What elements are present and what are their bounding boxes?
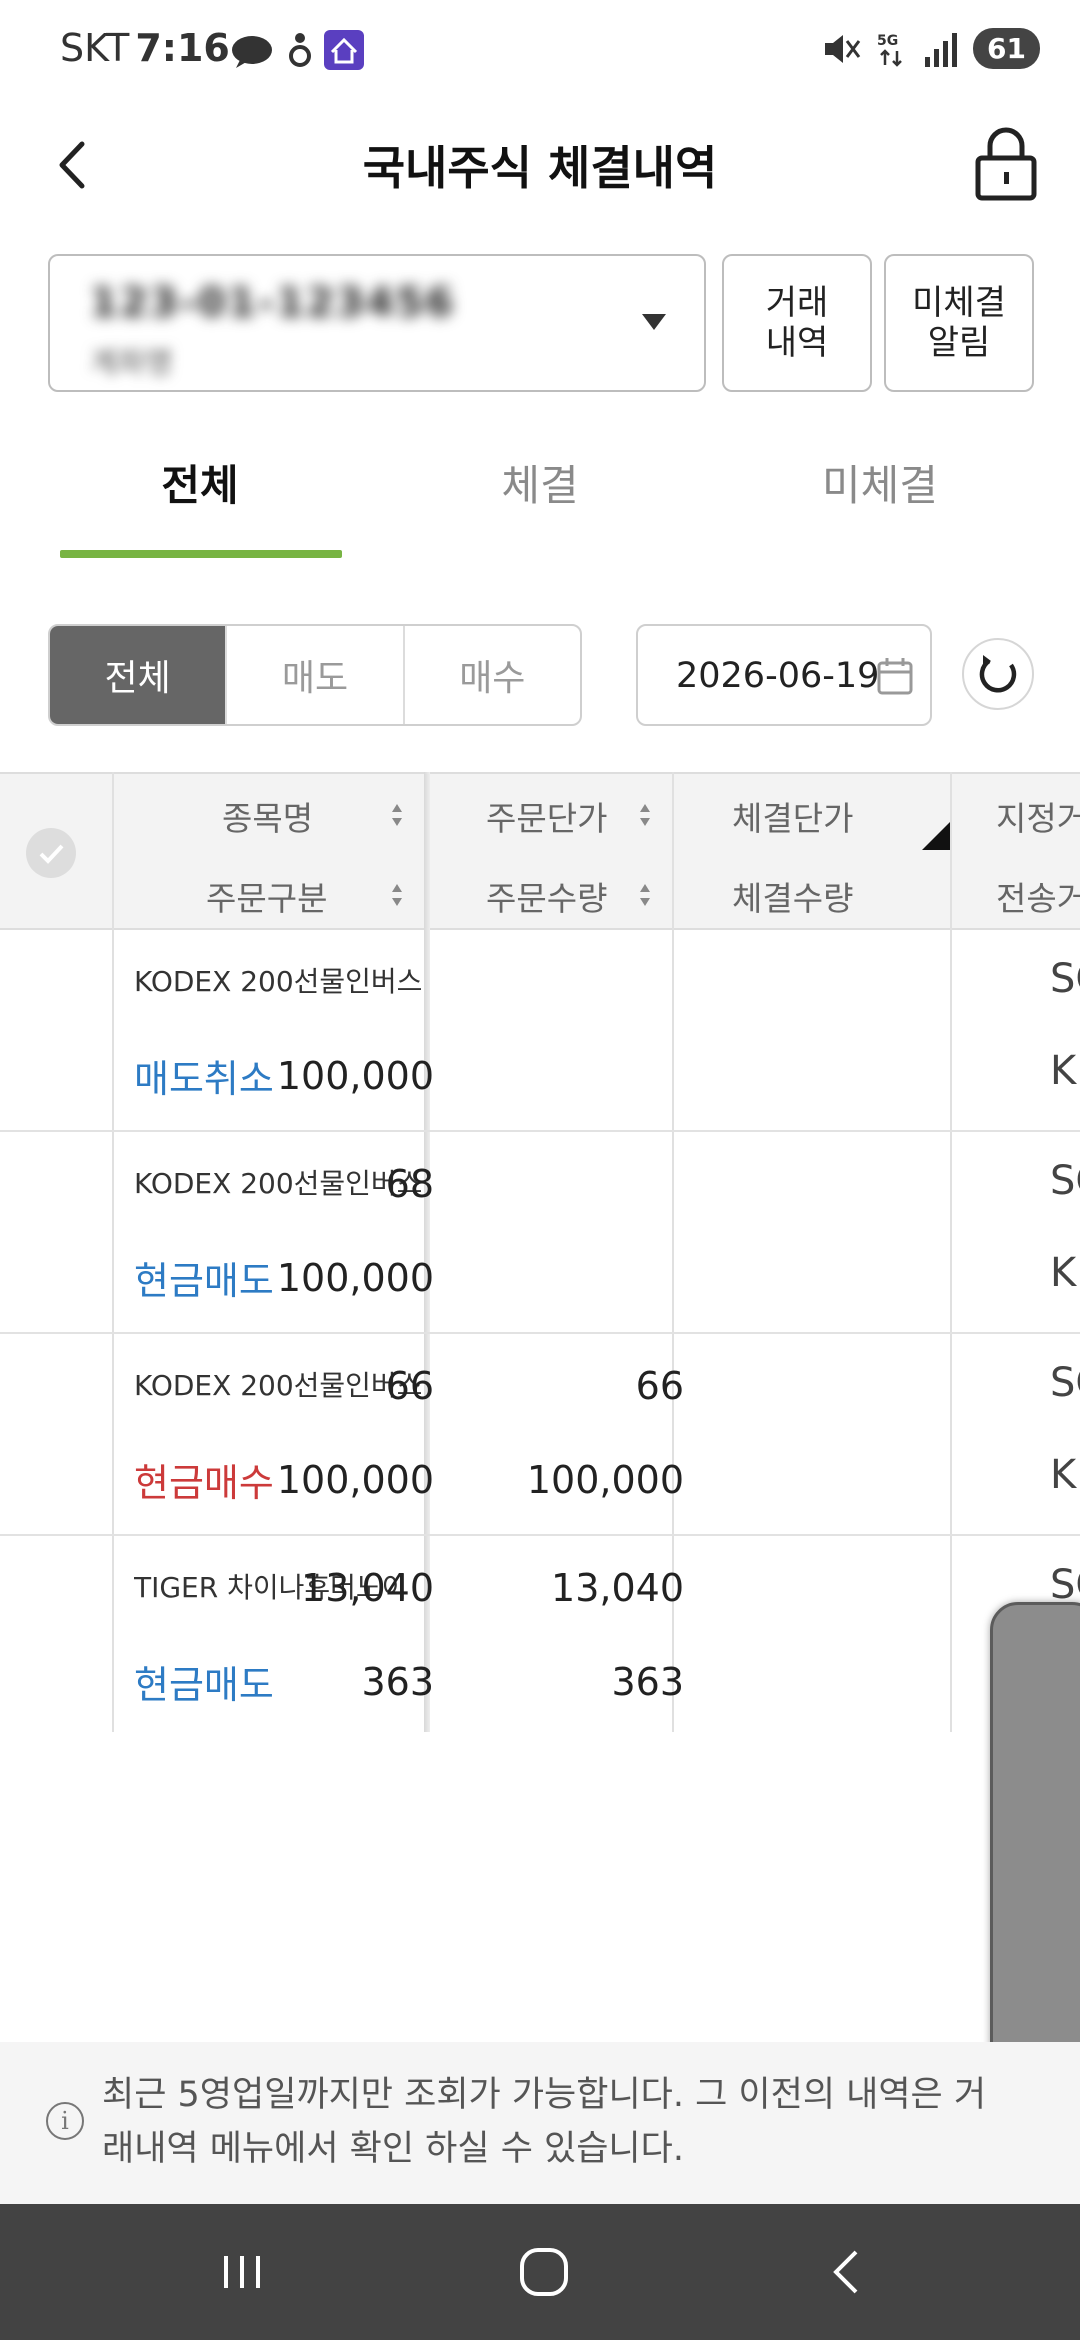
order-type: 현금매수 <box>134 1461 274 1505</box>
stock-name: KODEX 200선물인버스2 <box>134 1167 424 1200</box>
header-send[interactable]: 전송거 <box>996 872 1080 920</box>
sorted-corner-marker <box>922 820 952 850</box>
designated-exchange: SO <box>1050 1158 1080 1204</box>
status-bar: SKT 7:16 5G 61 <box>0 0 1080 100</box>
recents-icon[interactable] <box>212 2242 272 2302</box>
trade-history-button[interactable]: 거래 내역 <box>722 254 872 392</box>
trade-table[interactable]: 종목명 주문구분 주문단가 주문수량 체결단가 체결수량 지정거 전송거 KOD… <box>0 772 1080 1732</box>
header-designated[interactable]: 지정거 <box>996 792 1080 840</box>
segment-sell[interactable]: 매도 <box>227 626 405 724</box>
battery-level: 61 <box>973 28 1040 69</box>
table-row[interactable]: KODEX 200선물인버스2 매도취소 100,000 SO K <box>0 930 1080 1132</box>
account-name: 계좌명 <box>90 346 173 381</box>
svg-text:5G: 5G <box>877 33 898 49</box>
stock-name: KODEX 200선물인버스2 <box>134 1369 424 1402</box>
send-exchange: K <box>1050 1452 1077 1498</box>
network-5g-icon: 5G <box>877 33 902 67</box>
segment-all[interactable]: 전체 <box>50 626 228 724</box>
fill-qty: 100,000 <box>526 1458 684 1502</box>
order-type: 현금매도 <box>134 1663 274 1707</box>
fill-qty: 363 <box>611 1660 684 1704</box>
send-exchange: K <box>1050 1250 1077 1296</box>
account-number: 123-01-123456 <box>90 280 456 326</box>
order-price: 68 <box>385 1162 434 1206</box>
home-icon[interactable] <box>514 2242 574 2302</box>
caret-down-icon <box>642 314 666 330</box>
sort-icon[interactable] <box>390 802 404 828</box>
clock: 7:16 <box>135 26 230 70</box>
mute-icon <box>825 34 861 63</box>
calendar-icon <box>877 658 913 695</box>
table-row[interactable]: KODEX 200선물인버스2 현금매도 68 100,000 SO K <box>0 1132 1080 1334</box>
figure-icon <box>289 33 311 67</box>
refresh-icon <box>979 655 1017 693</box>
order-qty: 100,000 <box>276 1458 434 1502</box>
active-tab-indicator <box>60 550 342 558</box>
date-value: 2026-06-19 <box>676 656 880 696</box>
sort-icon[interactable] <box>638 882 652 908</box>
order-price: 66 <box>385 1364 434 1408</box>
notice-text: 최근 5영업일까지만 조회가 가능합니다. 그 이전의 내역은 거래내역 메뉴에… <box>102 2075 987 2169</box>
system-nav-bar <box>0 2204 1080 2340</box>
send-exchange: K <box>1050 1048 1077 1094</box>
trade-type-segment: 전체 매도 매수 <box>48 624 582 726</box>
order-type: 현금매도 <box>134 1259 274 1303</box>
lock-icon[interactable] <box>968 122 1044 202</box>
tab-unfilled[interactable]: 미체결 <box>710 452 1050 513</box>
sort-icon[interactable] <box>390 882 404 908</box>
home-app-icon <box>324 30 364 70</box>
designated-exchange: SO <box>1050 956 1080 1002</box>
header-name[interactable]: 종목명 <box>222 792 313 840</box>
refresh-button[interactable] <box>962 638 1034 710</box>
date-picker[interactable]: 2026-06-19 <box>636 624 932 726</box>
header-order-type[interactable]: 주문구분 <box>206 872 327 920</box>
account-selector[interactable]: 123-01-123456 계좌명 <box>48 254 706 392</box>
order-qty: 363 <box>361 1660 434 1704</box>
fill-price: 66 <box>635 1364 684 1408</box>
carrier-label: SKT <box>60 26 130 70</box>
header: 국내주식 체결내역 <box>0 110 1080 220</box>
table-header: 종목명 주문구분 주문단가 주문수량 체결단가 체결수량 지정거 전송거 <box>0 772 1080 930</box>
tab-all[interactable]: 전체 <box>30 452 370 513</box>
order-qty: 100,000 <box>276 1256 434 1300</box>
signal-icon <box>925 32 958 67</box>
unfilled-alert-button[interactable]: 미체결 알림 <box>884 254 1034 392</box>
check-circle-icon[interactable] <box>26 828 76 878</box>
cloud-icon <box>232 36 272 68</box>
nav-back-icon[interactable] <box>818 2242 878 2302</box>
header-fill-price[interactable]: 체결단가 <box>732 792 853 840</box>
order-qty: 100,000 <box>276 1054 434 1098</box>
info-icon: i <box>46 2102 84 2140</box>
segment-buy[interactable]: 매수 <box>405 626 580 724</box>
header-order-price[interactable]: 주문단가 <box>486 792 607 840</box>
order-price: 13,040 <box>301 1566 434 1610</box>
page-title: 국내주식 체결내역 <box>362 141 718 195</box>
notice-banner: i 최근 5영업일까지만 조회가 가능합니다. 그 이전의 내역은 거래내역 메… <box>0 2042 1080 2204</box>
table-row[interactable]: TIGER 차이나휴머노이 현금매도 13,040 363 13,040 363… <box>0 1536 1080 1732</box>
stock-name: KODEX 200선물인버스2 <box>134 965 424 998</box>
sort-icon[interactable] <box>638 802 652 828</box>
designated-exchange: SO <box>1050 1360 1080 1406</box>
header-fill-qty[interactable]: 체결수량 <box>732 872 853 920</box>
table-row[interactable]: KODEX 200선물인버스2 현금매수 66 100,000 66 100,0… <box>0 1334 1080 1536</box>
tab-filled[interactable]: 체결 <box>370 452 710 513</box>
header-order-qty[interactable]: 주문수량 <box>486 872 607 920</box>
fill-price: 13,040 <box>551 1566 684 1610</box>
order-type: 매도취소 <box>134 1057 274 1101</box>
